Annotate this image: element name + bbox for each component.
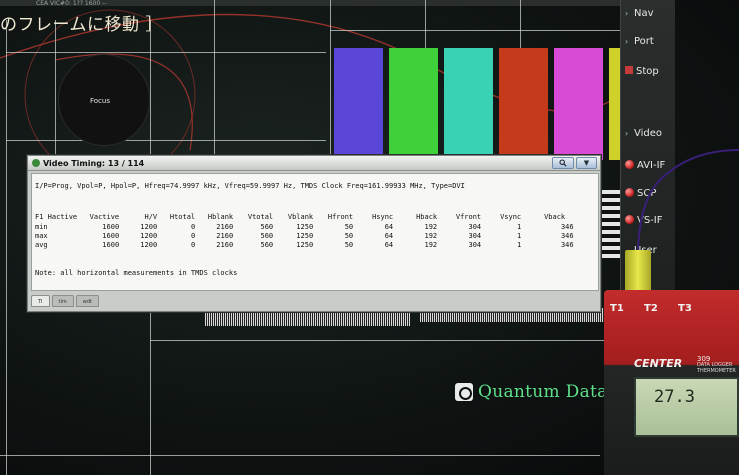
thermometer-device: T1 T2 T3 CENTER 309 DATA LOGGER THERMOME… (604, 290, 739, 475)
thermometer-brand: CENTER (634, 357, 683, 370)
temperature-reading: 27.3 (654, 387, 695, 407)
channel-label: T1 (610, 303, 624, 314)
probe-plug (625, 250, 651, 292)
channel-label: T3 (678, 303, 692, 314)
thermometer-subtitle: DATA LOGGER THERMOMETER (697, 362, 736, 374)
channel-label: T2 (644, 303, 658, 314)
monitor-screen: CEA VIC#0: 1?? 1600 -- のフレームに移動 ］ Focus … (0, 0, 739, 475)
thermometer-display: 27.3 (634, 377, 739, 437)
